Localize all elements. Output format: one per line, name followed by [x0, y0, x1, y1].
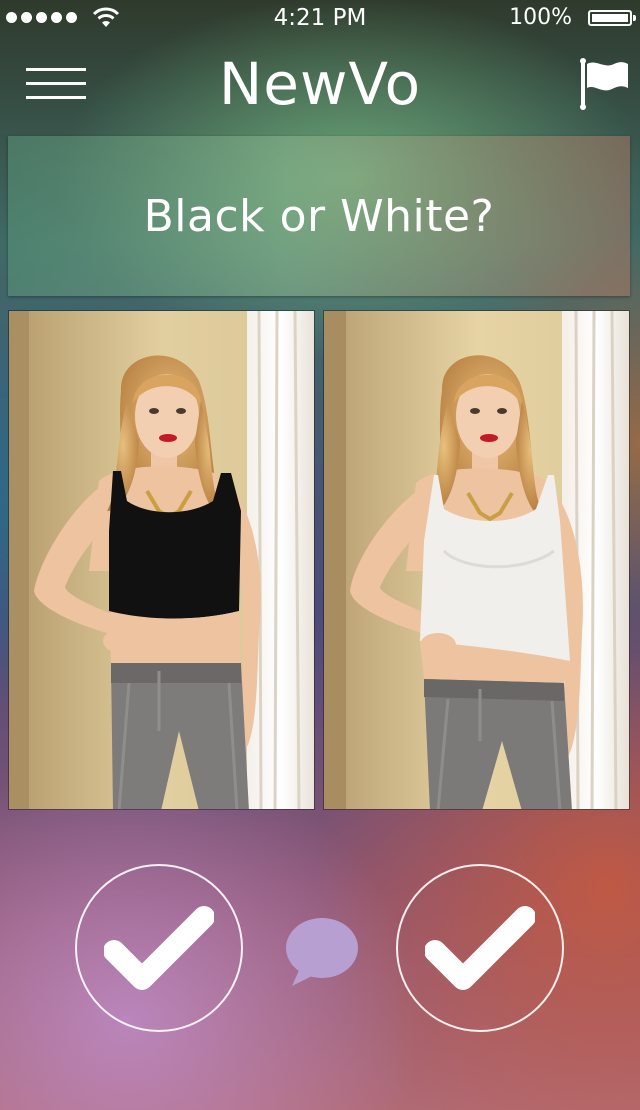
nav-bar: NewVo [0, 40, 640, 128]
question-text: Black or White? [143, 190, 495, 242]
option-photo-white-top[interactable] [323, 310, 630, 810]
battery-percent: 100% [509, 5, 572, 30]
status-bar: 4:21 PM 100% [0, 0, 640, 40]
app-title: NewVo [218, 50, 422, 118]
vote-black-button[interactable] [75, 864, 243, 1032]
flag-icon[interactable] [578, 58, 630, 110]
vote-white-button[interactable] [396, 864, 564, 1032]
option-photo-black-top[interactable] [8, 310, 315, 810]
speech-bubble-icon [286, 918, 358, 986]
checkmark-icon [425, 906, 535, 990]
comment-button[interactable] [284, 916, 360, 988]
question-banner: Black or White? [8, 136, 630, 296]
battery-icon [588, 10, 636, 26]
checkmark-icon [104, 906, 214, 990]
